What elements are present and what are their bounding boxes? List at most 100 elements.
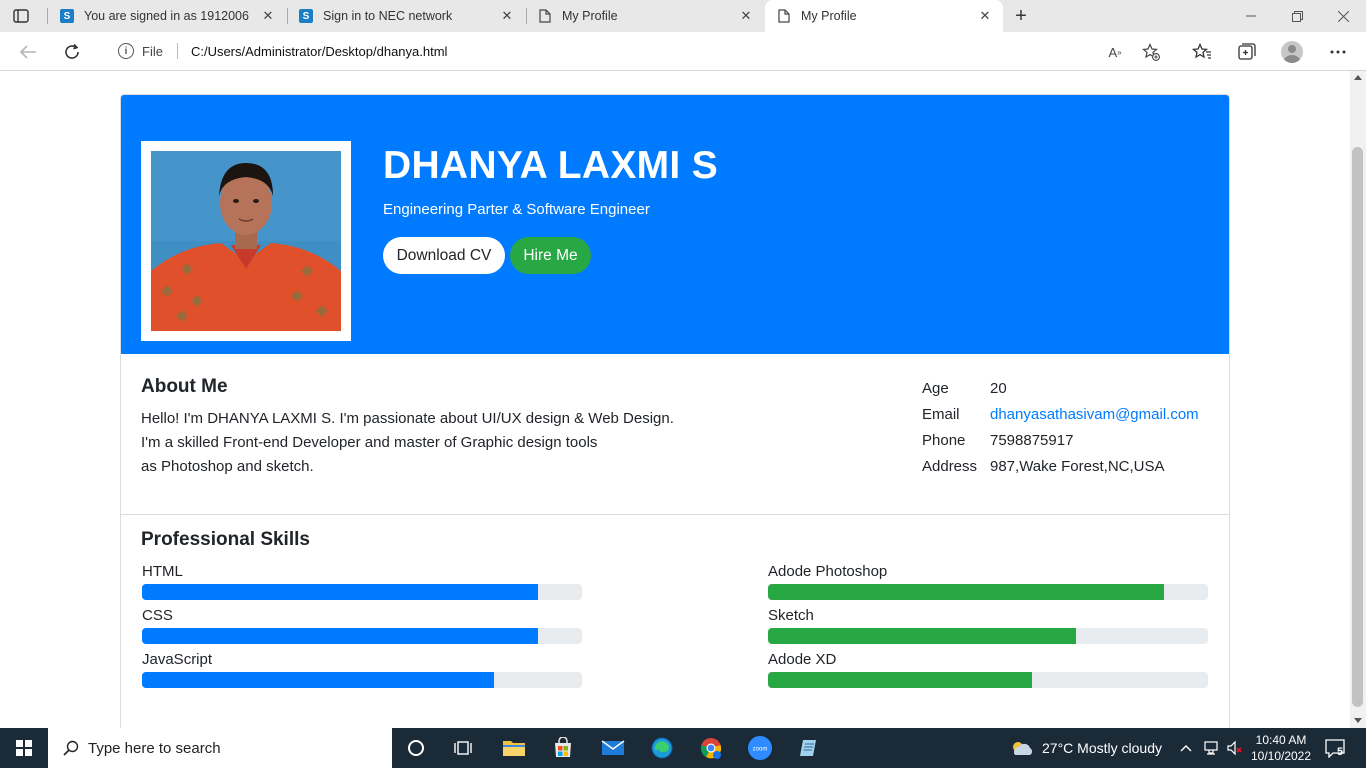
skill-progress-fill [142, 628, 538, 644]
hire-me-button[interactable]: Hire Me [510, 237, 591, 274]
scroll-down-arrow-icon[interactable] [1354, 718, 1362, 723]
address-url[interactable]: C:/Users/Administrator/Desktop/dhanya.ht… [191, 44, 447, 59]
info-value: 987,Wake Forest,NC,USA [990, 457, 1165, 475]
s-icon: S [299, 9, 313, 23]
tab-my-profile-active[interactable]: My Profile ✕ [765, 0, 1003, 32]
add-favorite-icon[interactable] [1142, 43, 1160, 61]
notepad-icon[interactable] [793, 732, 825, 764]
skill-javascript: JavaScript [142, 650, 582, 688]
download-cv-button[interactable]: Download CV [383, 237, 505, 274]
cortana-icon[interactable] [400, 732, 432, 764]
browser-toolbar: i File C:/Users/Administrator/Desktop/dh… [0, 32, 1366, 71]
tab-title: My Profile [562, 9, 618, 23]
weather-text[interactable]: 27°C Mostly cloudy [1042, 740, 1162, 756]
info-key: Phone [922, 431, 966, 449]
page-scrollbar[interactable] [1350, 71, 1366, 728]
skills-title: Professional Skills [141, 529, 310, 550]
file-explorer-icon[interactable] [498, 732, 530, 764]
weather-cloud-icon[interactable] [1007, 732, 1037, 764]
close-icon[interactable]: ✕ [499, 8, 515, 24]
info-key: Address [922, 457, 978, 475]
start-button[interactable] [0, 728, 48, 768]
info-row-email: Email dhanyasathasivam@gmail.com [922, 401, 1199, 427]
info-icon[interactable]: i [118, 43, 134, 59]
taskbar-search[interactable]: Type here to search [48, 728, 392, 768]
skill-photoshop: Adode Photoshop [768, 562, 1208, 600]
tab-my-profile[interactable]: My Profile ✕ [526, 0, 764, 32]
system-clock[interactable]: 10:40 AM 10/10/2022 [1248, 732, 1314, 764]
close-icon[interactable]: ✕ [977, 8, 993, 24]
network-icon[interactable] [1200, 732, 1224, 764]
clock-date: 10/10/2022 [1250, 749, 1312, 763]
info-row-phone: Phone 7598875917 [922, 427, 1199, 453]
skill-label: HTML [142, 563, 183, 580]
skill-label: Adode XD [768, 651, 837, 668]
info-row-address: Address 987,Wake Forest,NC,USA [922, 453, 1199, 479]
info-key: Age [922, 379, 949, 397]
show-hidden-icons-icon[interactable] [1175, 732, 1197, 764]
file-scheme-label: File [142, 43, 163, 59]
zoom-icon[interactable]: zoom [744, 732, 776, 764]
skill-label: CSS [142, 607, 173, 624]
skill-label: Adode Photoshop [768, 563, 888, 580]
page-viewport: DHANYA LAXMI S Engineering Parter & Soft… [0, 71, 1350, 728]
about-line: I'm a skilled Front-end Developer and ma… [141, 434, 598, 451]
refresh-button[interactable] [59, 39, 85, 65]
about-text: Hello! I'm DHANYA LAXMI S. I'm passionat… [141, 407, 674, 479]
scroll-up-arrow-icon[interactable] [1354, 75, 1362, 80]
collections-icon[interactable] [1235, 41, 1257, 63]
profile-photo [151, 151, 341, 331]
email-link[interactable]: dhanyasathasivam@gmail.com [990, 406, 1199, 423]
skill-adobe-xd: Adode XD [768, 650, 1208, 688]
tab-title: Sign in to NEC network [323, 9, 453, 23]
notification-count: 5 [1337, 746, 1344, 758]
notification-center-icon[interactable]: 5 [1320, 732, 1350, 764]
close-icon[interactable]: ✕ [260, 8, 276, 24]
minimize-button[interactable] [1228, 0, 1274, 32]
close-icon[interactable]: ✕ [738, 8, 754, 24]
tab-sign-in-nec[interactable]: S Sign in to NEC network ✕ [287, 0, 525, 32]
skill-progress-fill [142, 672, 494, 688]
profile-photo-frame [141, 141, 351, 341]
edge-browser-icon[interactable] [646, 732, 678, 764]
address-bar[interactable]: i File C:/Users/Administrator/Desktop/dh… [100, 36, 1176, 66]
restore-button[interactable] [1274, 0, 1320, 32]
profile-name: DHANYA LAXMI S [383, 144, 719, 187]
profile-subtitle: Engineering Parter & Software Engineer [383, 201, 650, 218]
favorites-icon[interactable] [1191, 41, 1213, 63]
browser-tab-strip: S You are signed in as 1912006 ✕ S Sign … [0, 0, 1366, 32]
profile-avatar-icon[interactable] [1281, 41, 1303, 63]
skill-progress-track [768, 584, 1208, 600]
tab-actions-icon[interactable] [12, 7, 30, 25]
skill-label: JavaScript [142, 651, 213, 668]
skill-sketch: Sketch [768, 606, 1208, 644]
info-key: Email [922, 405, 960, 423]
mail-icon[interactable] [597, 732, 629, 764]
profile-header: DHANYA LAXMI S Engineering Parter & Soft… [121, 95, 1229, 354]
skill-html: HTML [142, 562, 582, 600]
info-value: 7598875917 [990, 431, 1074, 449]
close-window-button[interactable] [1320, 0, 1366, 32]
search-icon [62, 739, 80, 757]
read-aloud-icon[interactable]: A» [1106, 43, 1124, 61]
about-line: Hello! I'm DHANYA LAXMI S. I'm passionat… [141, 410, 674, 427]
search-placeholder: Type here to search [88, 739, 221, 757]
volume-muted-icon[interactable] [1224, 732, 1246, 764]
microsoft-store-icon[interactable] [547, 732, 579, 764]
task-view-icon[interactable] [447, 732, 479, 764]
tab-title: My Profile [801, 9, 857, 23]
s-icon: S [60, 9, 74, 23]
more-options-icon[interactable] [1327, 41, 1349, 63]
skill-progress-track [768, 628, 1208, 644]
skill-progress-track [768, 672, 1208, 688]
tab-title: You are signed in as 1912006 [84, 9, 249, 23]
scroll-thumb[interactable] [1352, 147, 1363, 707]
tab-signed-in[interactable]: S You are signed in as 1912006 ✕ [48, 0, 286, 32]
new-tab-button[interactable]: + [1010, 5, 1032, 27]
back-button[interactable] [15, 39, 41, 65]
skill-progress-fill [768, 628, 1076, 644]
chrome-icon[interactable] [695, 732, 727, 764]
skill-progress-fill [768, 584, 1164, 600]
address-separator [176, 43, 178, 59]
skill-progress-fill [768, 672, 1032, 688]
